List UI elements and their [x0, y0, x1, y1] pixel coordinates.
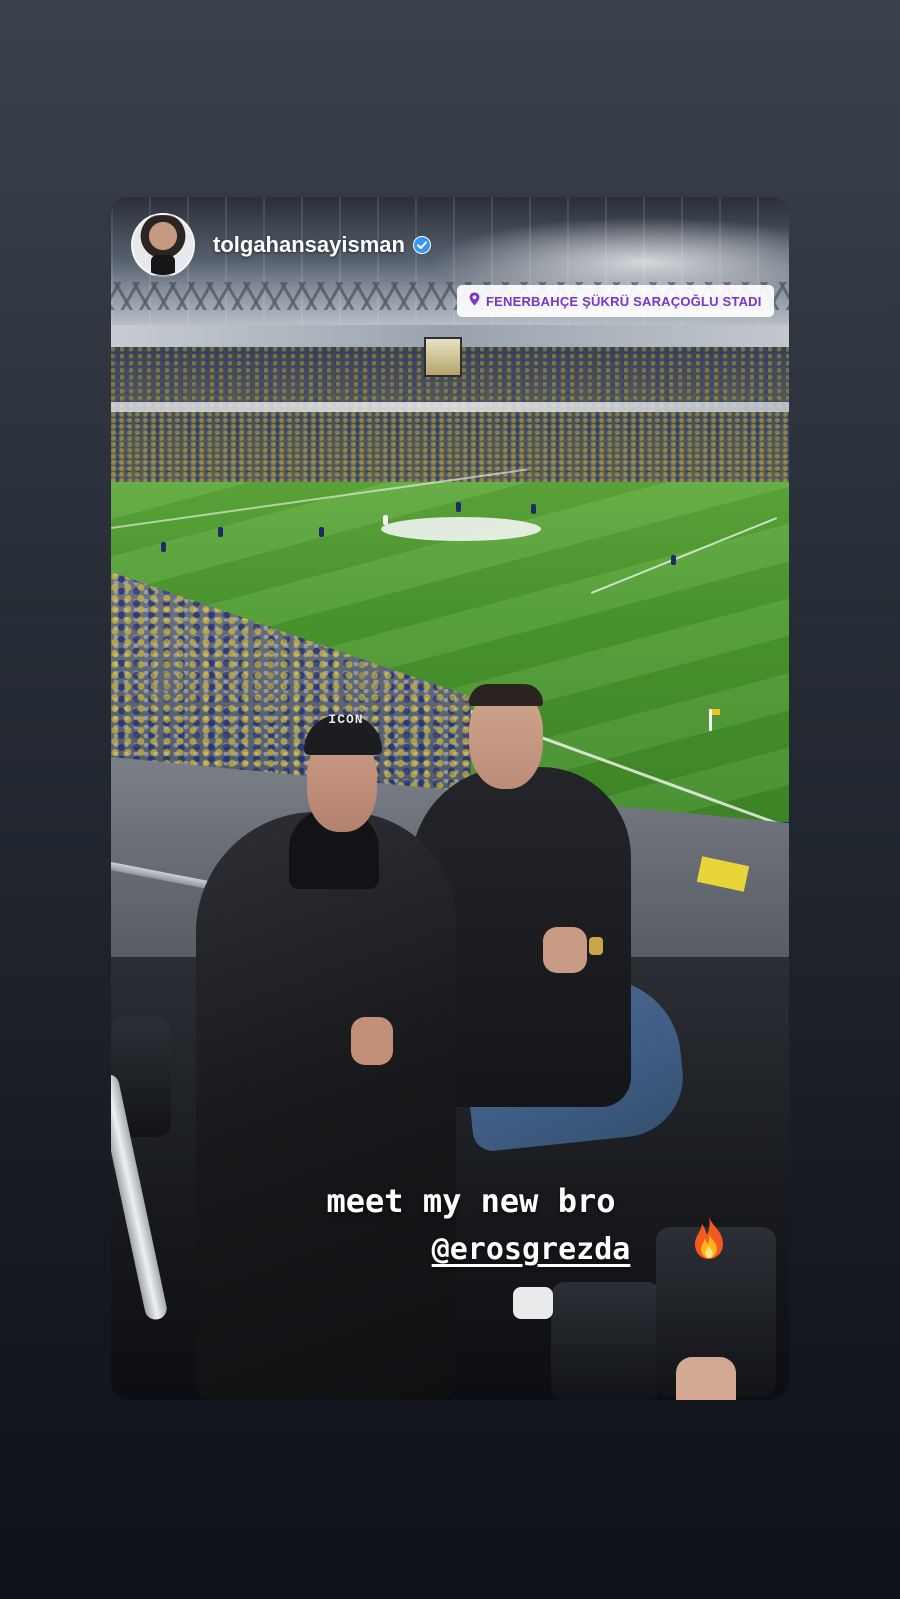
- location-pin-icon: [469, 292, 480, 311]
- center-circle: [381, 517, 541, 541]
- player: [671, 555, 676, 565]
- thumbs-up-hand: [543, 927, 587, 973]
- fire-emoji-icon: [689, 1214, 729, 1260]
- wristwatch: [589, 937, 603, 955]
- location-sticker[interactable]: FENERBAHÇE ŞÜKRÜ SARAÇOĞLU STADI: [457, 285, 774, 317]
- profile-avatar[interactable]: [131, 213, 195, 277]
- cap-logo-text: ICON: [328, 712, 364, 727]
- stadium-screen: [424, 337, 462, 377]
- player: [218, 527, 223, 537]
- person-left: [196, 812, 456, 1400]
- story-header[interactable]: tolgahansayisman: [131, 213, 431, 277]
- thumbs-up-hand: [351, 1017, 393, 1065]
- seat: [551, 1282, 661, 1400]
- corner-hand: [676, 1357, 736, 1400]
- corner-flag: [709, 709, 720, 731]
- white-sneaker: [513, 1287, 553, 1319]
- mention-sticker[interactable]: @erosgrezda: [401, 1232, 661, 1267]
- story-caption: meet my new bro: [326, 1182, 616, 1220]
- player: [456, 502, 461, 512]
- player: [383, 515, 388, 525]
- player: [319, 527, 324, 537]
- player: [531, 504, 536, 514]
- story-username[interactable]: tolgahansayisman: [213, 232, 405, 258]
- person-right-hair: [469, 684, 543, 706]
- location-label: FENERBAHÇE ŞÜKRÜ SARAÇOĞLU STADI: [486, 293, 762, 309]
- story-frame[interactable]: ICON tolgahansayisman FENERBAHÇE ŞÜKRÜ S…: [111, 197, 789, 1400]
- player: [161, 542, 166, 552]
- verified-badge-icon: [412, 236, 431, 254]
